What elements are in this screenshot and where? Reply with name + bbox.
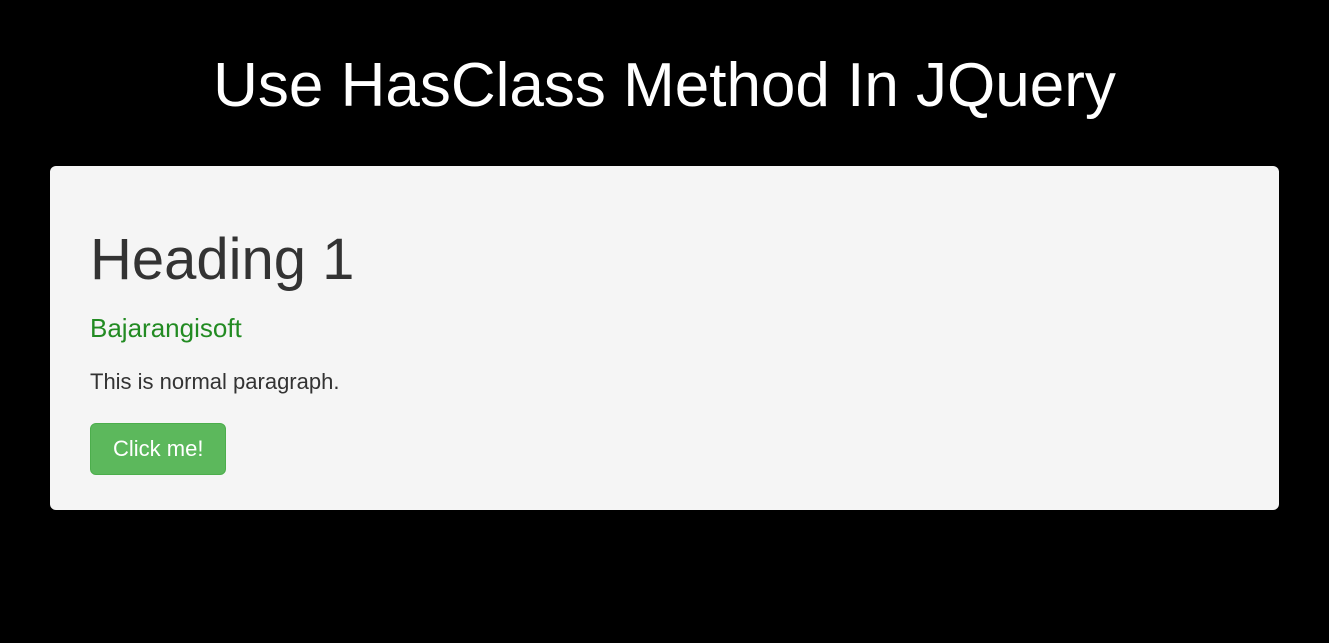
subtitle-text: Bajarangisoft [90,313,1239,344]
content-card: Heading 1 Bajarangisoft This is normal p… [50,166,1279,510]
heading-1: Heading 1 [90,226,1239,293]
page-title: Use HasClass Method In JQuery [0,0,1329,166]
click-me-button[interactable]: Click me! [90,423,226,475]
paragraph-text: This is normal paragraph. [90,369,1239,395]
